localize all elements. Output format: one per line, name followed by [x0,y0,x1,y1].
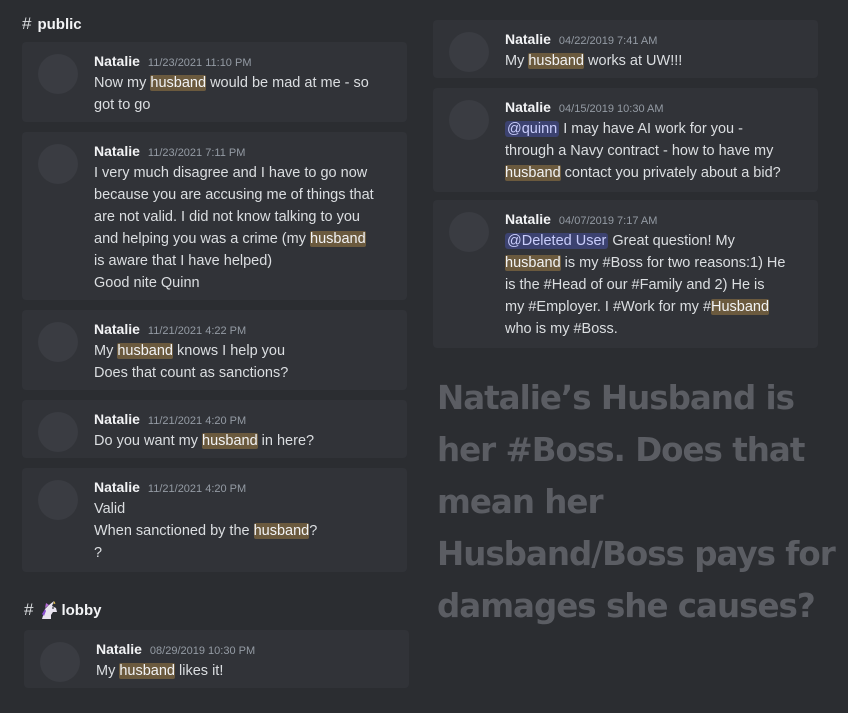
user-mention[interactable]: @quinn [505,121,560,137]
timestamp: 11/21/2021 4:22 PM [147,325,247,337]
caption-line: damages she causes? [437,587,816,625]
search-highlight: husband [150,75,207,91]
avatar[interactable] [38,480,78,520]
message-line: and helping you was a crime (my husband [94,231,366,247]
user-mention[interactable]: @Deleted User [505,233,609,249]
author-name[interactable]: Natalie [505,211,551,227]
message[interactable]: Natalie 04/07/2019 7:17 AM @Deleted User… [433,200,818,348]
avatar[interactable] [449,32,489,72]
author-name[interactable]: Natalie [96,641,142,657]
message[interactable]: Natalie 11/23/2021 7:11 PM I very much d… [22,132,407,300]
search-highlight: husband [505,255,561,271]
author-name[interactable]: Natalie [94,53,140,69]
message-line: through a Navy contract - how to have my [505,143,774,159]
message[interactable]: Natalie 08/29/2019 10:30 PM My husband l… [24,630,409,688]
message-line: Valid [94,501,126,517]
timestamp: 08/29/2019 10:30 PM [149,645,256,657]
message-content: My husband knows I help you Does that co… [94,340,288,384]
message-content: @Deleted User Great question! My husband… [505,230,785,340]
channel-name: public [37,15,82,33]
message-line: Do you want my husband in here? [94,433,315,449]
message-line: My husband likes it! [96,663,224,679]
message-content: Valid When sanctioned by the husband? ? [94,498,317,564]
avatar[interactable] [38,144,78,184]
search-highlight: husband [505,165,561,181]
overlay-caption: Natalie’s Husband is her #Boss. Does tha… [437,372,837,632]
timestamp: 11/21/2021 4:20 PM [147,483,247,495]
message-content: Now my husband would be mad at me - so g… [94,72,369,116]
author-name[interactable]: Natalie [94,411,140,427]
author-name[interactable]: Natalie [94,143,140,159]
message-line: When sanctioned by the husband? [94,523,318,539]
search-highlight: husband [117,343,173,359]
avatar[interactable] [38,54,78,94]
message[interactable]: Natalie 04/22/2019 7:41 AM My husband wo… [433,20,818,78]
message[interactable]: Natalie 11/21/2021 4:20 PM Do you want m… [22,400,407,458]
message-line: ? [94,545,103,561]
timestamp: 04/07/2019 7:17 AM [558,215,658,227]
avatar[interactable] [38,412,78,452]
caption-line: mean her [437,483,604,521]
message-line: are not valid. I did not know talking to… [94,209,360,225]
message-line: Good nite Quinn [94,275,200,291]
author-name[interactable]: Natalie [94,321,140,337]
timestamp: 04/15/2019 10:30 AM [558,103,664,115]
avatar[interactable] [449,212,489,252]
message-content: My husband likes it! [96,660,223,682]
avatar[interactable] [40,642,80,682]
caption-line: Natalie’s Husband is [437,379,795,417]
search-highlight: husband [310,231,366,247]
timestamp: 11/23/2021 11:10 PM [147,57,252,69]
message[interactable]: Natalie 11/21/2021 4:22 PM My husband kn… [22,310,407,390]
message-line: husband contact you privately about a bi… [505,165,781,181]
message-line: is the #Head of our #Family and 2) He is [505,277,765,293]
message-line: I very much disagree and I have to go no… [94,165,368,181]
message-line: Does that count as sanctions? [94,365,289,381]
screenshot-collage: # public Natalie 11/23/2021 11:10 PM Now… [0,0,848,713]
message-content: I very much disagree and I have to go no… [94,162,374,294]
avatar[interactable] [449,100,489,140]
hash-icon: # [22,14,32,33]
caption-line: Husband/Boss pays for [437,535,836,573]
avatar[interactable] [38,322,78,362]
message-line: My husband works at UW!!! [505,53,683,69]
message-line: who is my #Boss. [505,321,618,337]
timestamp: 04/22/2019 7:41 AM [558,35,658,47]
search-highlight: husband [528,53,584,69]
channel-header-lobby[interactable]: # lobby [24,600,101,620]
message[interactable]: Natalie 11/23/2021 11:10 PM Now my husba… [22,42,407,122]
search-highlight: Husband [711,299,770,315]
message-line: my #Employer. I #Work for my #Husband [505,299,770,315]
message-line: Now my husband would be mad at me - so [94,75,369,91]
author-name[interactable]: Natalie [94,479,140,495]
timestamp: 11/23/2021 7:11 PM [147,147,246,159]
search-highlight: husband [202,433,258,449]
search-highlight: husband [253,523,310,539]
hash-icon: # [24,600,34,619]
caption-line: her #Boss. Does that [437,431,805,469]
message[interactable]: Natalie 11/21/2021 4:20 PM Valid When sa… [22,468,407,572]
message-line: is aware that I have helped) [94,253,273,269]
timestamp: 11/21/2021 4:20 PM [147,415,247,427]
message-line: got to go [94,97,151,113]
message-content: @quinn I may have AI work for you - thro… [505,118,781,184]
message-line: husband is my #Boss for two reasons:1) H… [505,255,786,271]
message-content: My husband works at UW!!! [505,50,682,72]
search-highlight: husband [119,663,175,679]
unicorn-icon [42,601,58,619]
channel-name: lobby [61,601,102,619]
message-line: because you are accusing me of things th… [94,187,374,203]
author-name[interactable]: Natalie [505,31,551,47]
channel-header-public[interactable]: # public [22,14,82,34]
message-line: My husband knows I help you [94,343,286,359]
message-line: @quinn I may have AI work for you - [505,121,743,137]
message[interactable]: Natalie 04/15/2019 10:30 AM @quinn I may… [433,88,818,192]
message-line: @Deleted User Great question! My [505,233,735,249]
message-content: Do you want my husband in here? [94,430,314,452]
author-name[interactable]: Natalie [505,99,551,115]
